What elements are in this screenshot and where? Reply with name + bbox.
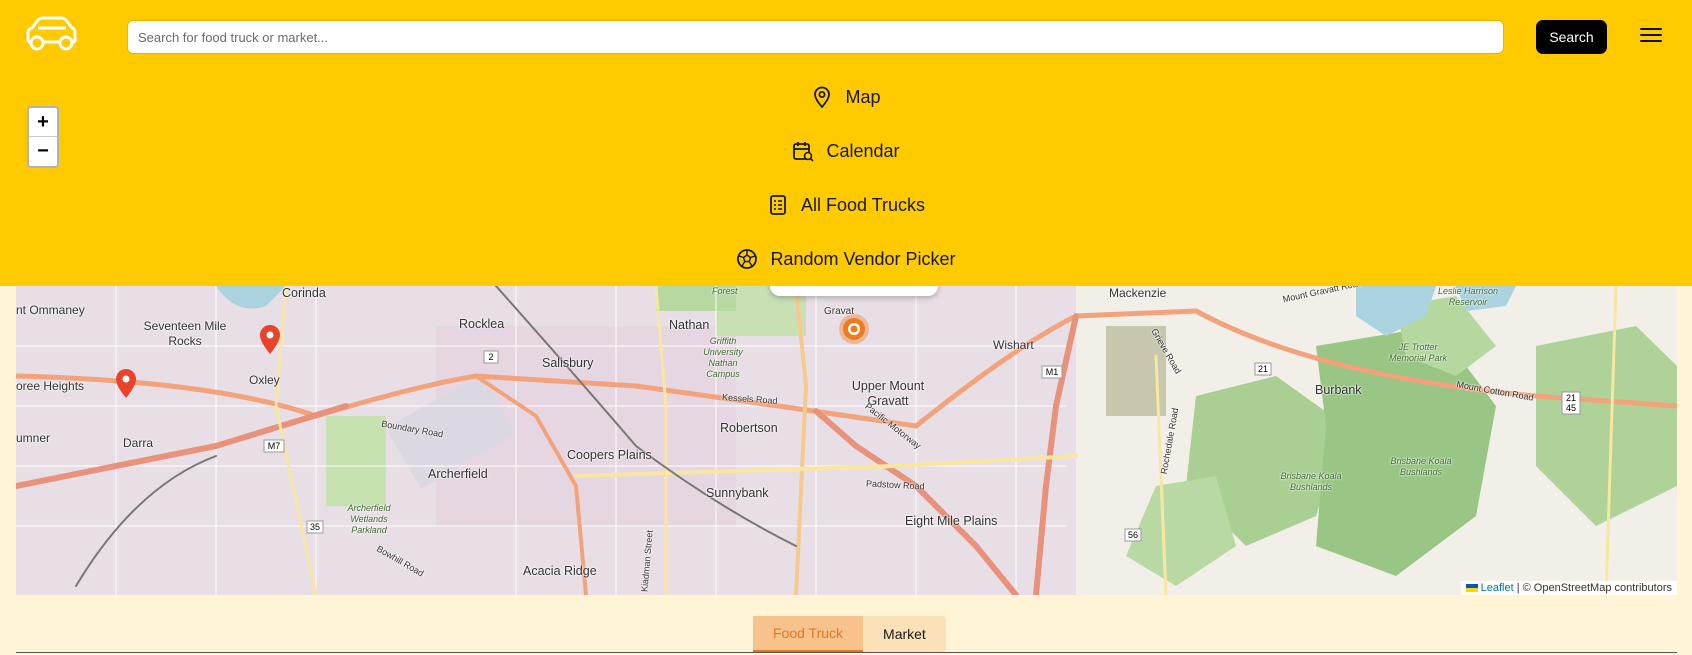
zoom-out-button[interactable]: − (29, 137, 57, 166)
map-label: Eight Mile Plains (905, 514, 998, 528)
attribution-text: | © OpenStreetMap contributors (1513, 582, 1672, 594)
map-label: nt Ommaney (16, 303, 85, 317)
calendar-icon (792, 140, 815, 162)
ukraine-flag-icon (1465, 584, 1478, 593)
map-zoom-control: + − (27, 106, 59, 168)
map-label: Archerfield Wetlands Parkland (347, 503, 391, 535)
svg-text:21: 21 (1258, 364, 1268, 374)
map-label: Mackenzie (1109, 286, 1167, 300)
search-button[interactable]: Search (1536, 20, 1607, 54)
nav-item-all-food-trucks[interactable]: All Food Trucks (0, 178, 1692, 232)
hamburger-menu-icon[interactable] (1640, 24, 1664, 46)
svg-text:35: 35 (310, 522, 320, 532)
zoom-in-button[interactable]: + (29, 108, 57, 137)
nav-item-calendar[interactable]: Calendar (0, 124, 1692, 178)
nav-item-random-vendor-picker[interactable]: Random Vendor Picker (0, 232, 1692, 286)
leaflet-link[interactable]: Leaflet (1481, 582, 1514, 594)
map-label: Gravat (824, 306, 855, 317)
svg-text:M1: M1 (1046, 367, 1059, 377)
tab-market[interactable]: Market (863, 616, 946, 652)
svg-text:56: 56 (1128, 530, 1138, 540)
map-label: Griffith University Nathan Campus (703, 336, 743, 379)
map-label: Forest (712, 286, 738, 296)
map-label: Darra (123, 436, 154, 450)
map-label: Salisbury (542, 356, 594, 370)
map-popup[interactable] (770, 286, 938, 296)
map-label: Brisbane Koala Bushlands (1280, 471, 1342, 492)
map-label: Sunnybank (706, 486, 769, 500)
tabs-divider (16, 652, 1677, 653)
nav-item-label: Random Vendor Picker (770, 248, 956, 269)
nav-item-map[interactable]: Map (0, 70, 1692, 124)
map-label: Corinda (282, 286, 326, 300)
map-label: Upper Mount Gravatt (851, 379, 925, 408)
map-label: Burbank (1315, 383, 1362, 397)
map-pin-icon (811, 86, 833, 108)
svg-text:45: 45 (1566, 403, 1576, 413)
map-label: Seventeen Mile Rocks (143, 319, 227, 348)
map-label: umner (16, 431, 51, 445)
search-input[interactable] (127, 20, 1504, 54)
nav-item-label: Calendar (826, 140, 900, 161)
map-label: Nathan (669, 318, 710, 332)
map-label: Oxley (249, 373, 280, 387)
nav-item-label: All Food Trucks (800, 194, 926, 215)
tab-food-truck[interactable]: Food Truck (753, 616, 864, 652)
svg-text:M7: M7 (268, 441, 281, 451)
map-label: Archerfield (428, 467, 488, 481)
soccer-ball-icon (736, 248, 758, 270)
map-label: oree Heights (16, 379, 85, 393)
list-icon (767, 194, 789, 216)
svg-text:21: 21 (1566, 393, 1576, 403)
map-label: Robertson (720, 421, 778, 435)
map-label: Coopers Plains (567, 448, 652, 462)
food-truck-logo-icon[interactable] (24, 16, 78, 52)
map-attribution: Leaflet | © OpenStreetMap contributors (1460, 581, 1677, 595)
map-label: Rocklea (459, 317, 505, 331)
selected-vendor-marker[interactable] (839, 314, 869, 344)
vendor-type-tabs: Food Truck Market (753, 616, 946, 652)
map-label: Wishart (993, 338, 1034, 352)
app-header: Search Map Calendar All Food Trucks (0, 0, 1692, 286)
map-label: Acacia Ridge (523, 564, 597, 578)
map-tiles: 2 M7 35 M1 21 56 2145 (16, 286, 1677, 595)
main-nav: Map Calendar All Food Trucks Random Vend… (0, 70, 1692, 286)
map-label: Brisbane Koala Bushlands (1390, 456, 1452, 477)
svg-text:2: 2 (488, 352, 493, 362)
map-label: JE Trotter Memorial Park (1388, 342, 1447, 363)
nav-item-label: Map (845, 86, 881, 107)
map-view[interactable]: 2 M7 35 M1 21 56 21 45 Corinda nt Ommaney… (16, 286, 1677, 595)
map-label: Leslie Harrison Reservoir (1437, 286, 1499, 307)
